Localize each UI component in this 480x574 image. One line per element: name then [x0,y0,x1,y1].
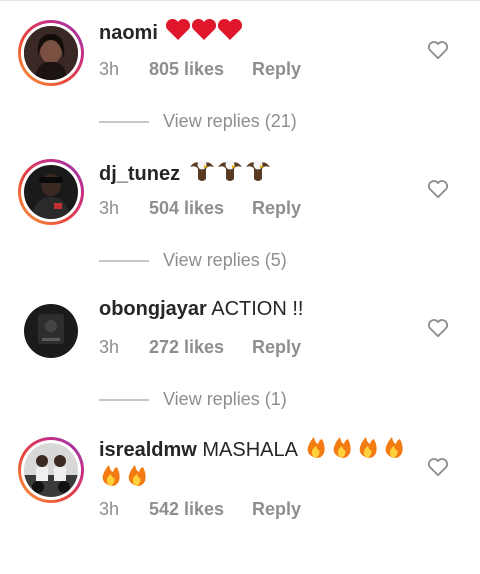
comment-time: 3h [99,499,120,519]
view-replies[interactable]: View replies (21) [99,111,297,132]
like-heart-icon[interactable] [427,318,449,338]
reply-button[interactable]: Reply [252,337,301,358]
eagle-emoji-icon [189,160,270,181]
comment-meta: 3h 504 likes Reply [99,198,301,219]
comment-time: 3h [99,337,120,357]
heart-emoji-icon [166,18,243,40]
comment-likes[interactable]: 805 likes [149,59,252,80]
view-replies-label[interactable]: View replies (1) [163,389,287,410]
comment-line: dj_tunez [99,157,419,187]
comment-text [163,18,243,44]
reply-button[interactable]: Reply [252,198,301,219]
replies-divider [99,259,149,262]
like-heart-icon[interactable] [427,40,449,60]
avatar[interactable] [24,304,78,358]
replies-divider [99,120,149,123]
view-replies[interactable]: View replies (5) [99,250,287,271]
replies-divider [99,398,149,401]
fire-emoji-icon [102,465,146,486]
view-replies-label[interactable]: View replies (5) [163,250,287,271]
comment-meta: 3h 272 likes Reply [99,337,301,358]
comment-item: obongjayar ACTION !! 3h 272 likes Reply … [0,296,480,435]
avatar[interactable] [18,437,84,503]
comment-item: naomi 3h 805 likes Reply View replies (2… [0,18,480,157]
reply-button[interactable]: Reply [252,499,301,520]
top-divider [0,0,480,1]
comment-meta: 3h 542 likes Reply [99,499,301,520]
avatar[interactable] [18,159,84,225]
view-replies-label[interactable]: View replies (21) [163,111,297,132]
comment-text [186,160,272,185]
comment-username[interactable]: dj_tunez [99,163,180,185]
comment-time: 3h [99,59,120,79]
comment-likes[interactable]: 542 likes [149,499,252,520]
comment-likes[interactable]: 504 likes [149,198,252,219]
avatar[interactable] [18,20,84,86]
comment-line: isrealdmw MASHALA [99,435,419,491]
view-replies[interactable]: View replies (1) [99,389,287,410]
like-heart-icon[interactable] [427,457,449,477]
comment-meta: 3h 805 likes Reply [99,59,301,80]
comment-item: isrealdmw MASHALA 3h 542 likes Reply [0,435,480,574]
comment-line: naomi [99,18,419,46]
comment-username[interactable]: isrealdmw [99,439,197,461]
comment-line: obongjayar ACTION !! [99,296,419,322]
comment-time: 3h [99,198,120,218]
reply-button[interactable]: Reply [252,59,301,80]
comment-text: ACTION !! [211,298,304,320]
comment-likes[interactable]: 272 likes [149,337,252,358]
comment-username[interactable]: obongjayar [99,298,207,320]
fire-emoji-icon [308,437,404,458]
comment-username[interactable]: naomi [99,22,158,44]
like-heart-icon[interactable] [427,179,449,199]
comment-item: dj_tunez 3h 504 likes Reply View replies… [0,157,480,296]
